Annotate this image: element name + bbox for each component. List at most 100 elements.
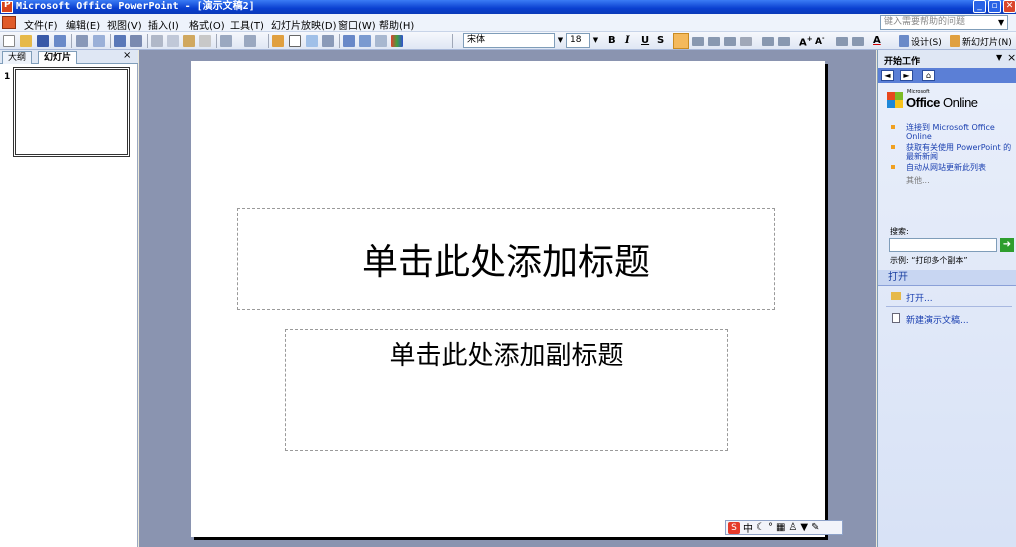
bold-button[interactable]: B <box>608 35 616 46</box>
research-icon[interactable] <box>130 35 142 47</box>
cut-icon[interactable] <box>151 35 163 47</box>
hyperlink-icon[interactable] <box>322 35 334 47</box>
new-slide-icon <box>950 35 960 47</box>
open-link[interactable]: 打开... <box>906 291 933 304</box>
new-presentation-link[interactable]: 新建演示文稿... <box>906 313 969 326</box>
search-go-icon[interactable]: ➜ <box>1000 238 1014 252</box>
align-center-icon[interactable] <box>692 37 704 46</box>
bullets-icon[interactable] <box>778 37 790 46</box>
help-dropdown-icon[interactable]: ▼ <box>998 18 1004 27</box>
justify-icon[interactable] <box>724 37 736 46</box>
ime-mode-toggle[interactable]: 中 <box>743 520 753 535</box>
expand-all-icon[interactable] <box>343 35 355 47</box>
font-color-button[interactable]: A <box>873 35 881 46</box>
new-slide-button[interactable]: 新幻灯片(N) <box>962 35 1012 48</box>
font-name-select[interactable]: 宋体 <box>463 33 555 48</box>
decrease-indent-icon[interactable] <box>836 37 848 46</box>
link-more[interactable]: 其他... <box>906 176 930 185</box>
title-placeholder[interactable]: 单击此处添加标题 <box>237 208 775 310</box>
section-divider <box>886 306 1012 307</box>
show-formatting-icon[interactable] <box>359 35 371 47</box>
pane-close-icon[interactable]: × <box>123 50 131 61</box>
office-logo-icon <box>887 92 895 100</box>
powerpoint-app-icon[interactable] <box>1 0 13 13</box>
distribute-icon[interactable] <box>740 37 752 46</box>
increase-font-button[interactable]: A+ <box>799 35 813 48</box>
menu-format[interactable]: 格式(O) <box>189 17 225 32</box>
ime-logo-icon[interactable]: S <box>728 521 740 534</box>
numbering-icon[interactable] <box>762 37 774 46</box>
close-button[interactable]: ✕ <box>1003 0 1016 13</box>
menu-tools[interactable]: 工具(T) <box>230 17 264 32</box>
font-size-dropdown-icon[interactable]: ▼ <box>591 34 600 47</box>
align-left-button[interactable] <box>673 33 689 49</box>
grid-icon[interactable] <box>375 35 387 47</box>
decrease-font-button[interactable]: A- <box>815 35 824 47</box>
tab-outline[interactable]: 大纲 <box>2 51 33 64</box>
subtitle-placeholder[interactable]: 单击此处添加副标题 <box>285 329 728 451</box>
insert-table-icon[interactable] <box>289 35 301 47</box>
menu-file[interactable]: 文件(F) <box>24 17 58 32</box>
task-pane-search-input[interactable] <box>889 238 997 252</box>
task-pane-close-icon[interactable]: × <box>1007 51 1016 64</box>
format-painter-icon[interactable] <box>199 35 211 47</box>
slide-canvas[interactable]: 单击此处添加标题 单击此处添加副标题 <box>191 61 825 537</box>
slide-thumbnail[interactable] <box>13 67 130 157</box>
font-size-select[interactable]: 18 <box>566 33 590 48</box>
menu-view[interactable]: 视图(V) <box>107 17 142 32</box>
keyboard-icon[interactable]: ▦ <box>776 522 785 533</box>
maximize-button[interactable]: ▫ <box>988 0 1001 13</box>
link-latest-news[interactable]: 获取有关使用 PowerPoint 的最新新闻 <box>906 143 1016 161</box>
punctuation-icon[interactable]: ° <box>768 522 773 533</box>
tab-slides[interactable]: 幻灯片 <box>38 51 78 64</box>
help-search-input[interactable]: 键入需要帮助的问题 <box>880 15 1008 30</box>
back-icon[interactable]: ◄ <box>881 70 894 81</box>
menu-window[interactable]: 窗口(W) <box>338 17 376 32</box>
home-icon[interactable]: ⌂ <box>922 70 935 81</box>
design-icon <box>899 35 909 47</box>
print-preview-icon[interactable] <box>93 35 105 47</box>
toolbar-separator <box>71 34 72 48</box>
new-document-icon <box>892 313 900 323</box>
increase-indent-icon[interactable] <box>852 37 864 46</box>
menu-slideshow[interactable]: 幻灯片放映(D) <box>271 17 337 32</box>
copy-icon[interactable] <box>167 35 179 47</box>
menu-insert[interactable]: 插入(I) <box>148 17 179 32</box>
align-right-icon[interactable] <box>708 37 720 46</box>
underline-button[interactable]: U <box>641 35 649 46</box>
redo-icon[interactable] <box>244 35 256 47</box>
spelling-icon[interactable] <box>114 35 126 47</box>
task-pane-dropdown-icon[interactable]: ▼ <box>996 53 1002 62</box>
tables-borders-icon[interactable] <box>306 35 318 47</box>
task-pane-header: 开始工作 ▼ × <box>878 50 1016 68</box>
tools-icon[interactable]: ✎ <box>811 522 819 533</box>
open-folder-icon[interactable] <box>20 35 32 47</box>
italic-button[interactable]: I <box>625 35 630 46</box>
link-auto-update[interactable]: 自动从网站更新此列表 <box>906 163 1016 172</box>
office-logo-icon <box>887 100 895 108</box>
toolbar-separator <box>339 34 340 48</box>
forward-icon[interactable]: ► <box>900 70 913 81</box>
color-grayscale-icon[interactable] <box>391 35 403 47</box>
menu-edit[interactable]: 编辑(E) <box>66 17 100 32</box>
link-connect-online[interactable]: 连接到 Microsoft Office Online <box>906 123 1012 141</box>
user-icon[interactable]: ♙ <box>788 522 797 533</box>
undo-icon[interactable] <box>220 35 232 47</box>
shadow-button[interactable]: S <box>657 35 664 46</box>
pane-tabs: 大纲 幻灯片 × <box>0 50 138 64</box>
paste-icon[interactable] <box>183 35 195 47</box>
menu-help[interactable]: 帮助(H) <box>379 17 414 32</box>
print-icon[interactable] <box>76 35 88 47</box>
new-document-icon[interactable] <box>3 35 15 47</box>
permission-icon[interactable] <box>54 35 66 47</box>
design-button[interactable]: 设计(S) <box>911 35 942 48</box>
font-name-dropdown-icon[interactable]: ▼ <box>556 34 565 47</box>
save-icon[interactable] <box>37 35 49 47</box>
window-title: Microsoft Office PowerPoint - [演示文稿2] <box>16 1 255 12</box>
toolbar-separator <box>452 34 453 48</box>
insert-chart-icon[interactable] <box>272 35 284 47</box>
moon-icon[interactable]: ☾ <box>756 522 765 533</box>
document-icon[interactable] <box>2 16 16 29</box>
minimize-button[interactable]: _ <box>973 0 986 13</box>
skin-icon[interactable]: ▼ <box>800 522 808 533</box>
